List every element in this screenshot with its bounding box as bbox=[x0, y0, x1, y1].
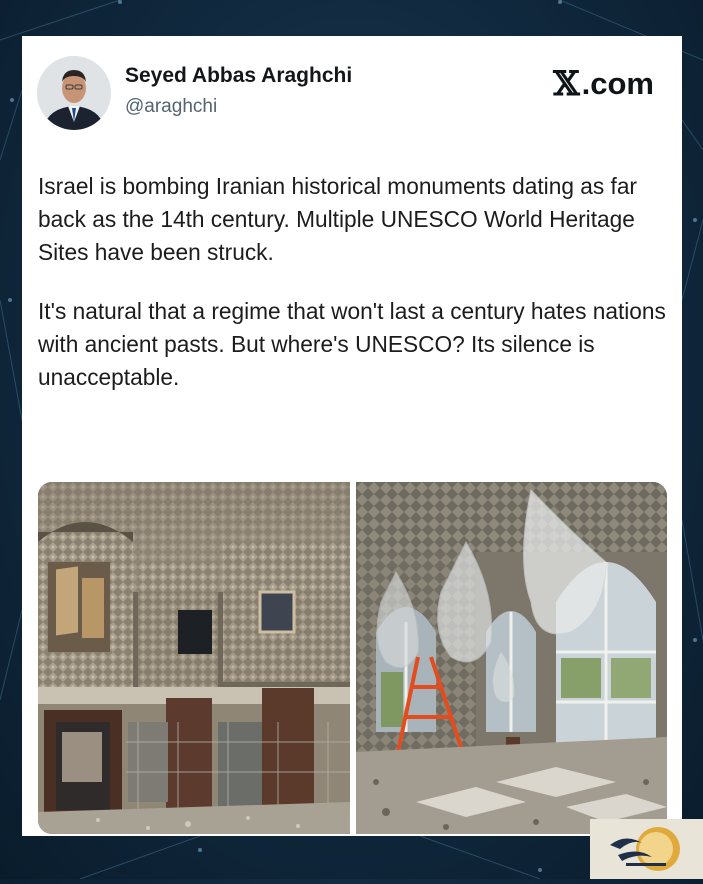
tweet-card: Seyed Abbas Araghchi @araghchi 𝕏 .com Is… bbox=[22, 36, 682, 836]
news-agency-logo bbox=[590, 819, 703, 879]
tweet-paragraph-1: Israel is bombing Iranian historical mon… bbox=[38, 173, 637, 265]
source-label: .com bbox=[581, 66, 654, 101]
tweet-photo-right[interactable] bbox=[356, 482, 667, 834]
author-handle[interactable]: @araghchi bbox=[125, 96, 217, 118]
x-logo: 𝕏 .com bbox=[553, 64, 654, 104]
x-brand-icon: 𝕏 bbox=[553, 64, 580, 104]
tweet-text: Israel is bombing Iranian historical mon… bbox=[38, 170, 670, 420]
tweet-paragraph-2: It's natural that a regime that won't la… bbox=[38, 298, 666, 390]
author-avatar[interactable] bbox=[37, 56, 111, 130]
tweet-photo-left[interactable] bbox=[38, 482, 350, 834]
author-name[interactable]: Seyed Abbas Araghchi bbox=[125, 64, 352, 88]
